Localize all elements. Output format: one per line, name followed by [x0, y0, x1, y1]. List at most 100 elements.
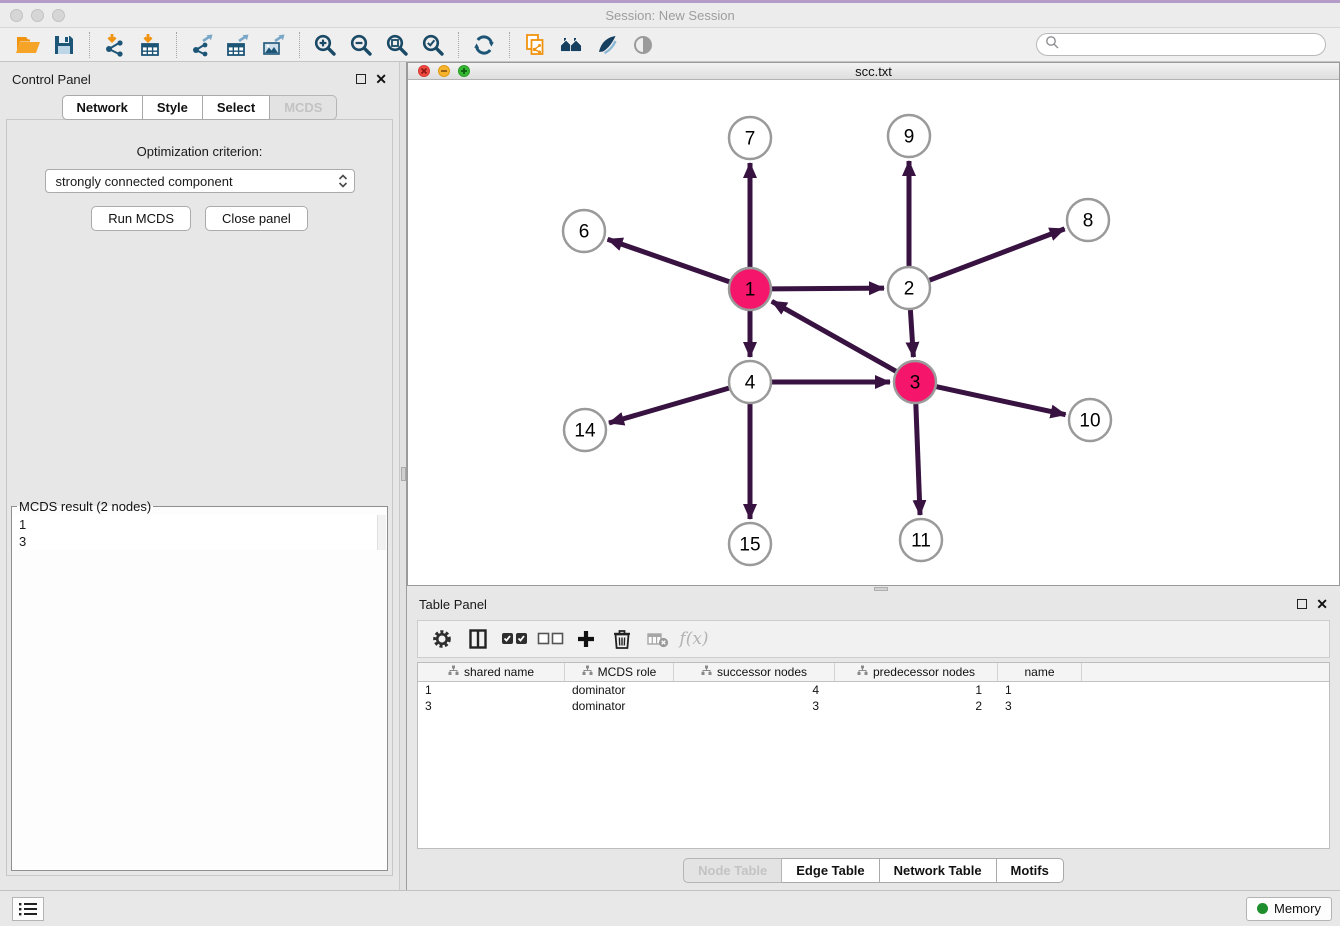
table-cell: 1	[835, 683, 998, 697]
table-toolbar: f(x)	[417, 620, 1330, 658]
horizontal-splitter[interactable]	[407, 586, 1340, 592]
mcds-result-lines: 13	[13, 515, 386, 550]
splitter-grip[interactable]	[874, 587, 888, 591]
close-panel-icon[interactable]: ✕	[375, 74, 387, 84]
export-image-icon[interactable]	[259, 31, 289, 59]
vertical-splitter[interactable]	[399, 62, 407, 890]
zoom-fit-icon[interactable]	[382, 31, 412, 59]
tab-mcds[interactable]: MCDS	[270, 95, 337, 120]
export-table-icon[interactable]	[223, 31, 253, 59]
network-view-window: scc.txt 7 9 6 8 1 2 4 3 14 10 15 11	[407, 62, 1340, 586]
column-label: predecessor nodes	[873, 665, 975, 679]
column-header-predecessor-nodes[interactable]: predecessor nodes	[835, 663, 998, 681]
application-window: Session: New Session Control Panel ✕ Net…	[0, 0, 1340, 926]
import-network-icon[interactable]	[100, 31, 130, 59]
node-11[interactable]: 11	[900, 519, 942, 561]
edge-2-8[interactable]	[930, 229, 1065, 280]
control-panel-title: Control Panel	[12, 72, 91, 87]
first-neighbors-icon[interactable]	[556, 31, 586, 59]
tab-style[interactable]: Style	[143, 95, 203, 120]
zoom-selected-icon[interactable]	[418, 31, 448, 59]
node-8[interactable]: 8	[1067, 199, 1109, 241]
float-panel-icon[interactable]	[356, 74, 366, 84]
node-14[interactable]: 14	[564, 409, 606, 451]
close-panel-icon[interactable]: ✕	[1316, 599, 1328, 609]
node-2[interactable]: 2	[888, 267, 930, 309]
memory-button[interactable]: Memory	[1246, 897, 1332, 921]
node-6[interactable]: 6	[563, 210, 605, 252]
add-row-icon[interactable]	[570, 624, 602, 654]
delete-row-icon[interactable]	[606, 624, 638, 654]
show-hide-icon[interactable]	[628, 31, 658, 59]
select-all-icon[interactable]	[498, 624, 530, 654]
float-panel-icon[interactable]	[1297, 599, 1307, 609]
import-table-icon[interactable]	[136, 31, 166, 59]
table-cell: dominator	[565, 683, 674, 697]
column-header-shared-name[interactable]: shared name	[418, 663, 565, 681]
node-3[interactable]: 3	[894, 361, 936, 403]
node-1[interactable]: 1	[729, 268, 771, 310]
table-row[interactable]: 3dominator323	[418, 698, 1329, 714]
tab-node-table[interactable]: Node Table	[683, 858, 782, 883]
node-label: 7	[745, 129, 756, 150]
save-session-icon[interactable]	[49, 31, 79, 59]
edge-4-14[interactable]	[609, 388, 729, 423]
tab-motifs[interactable]: Motifs	[997, 858, 1064, 883]
node-7[interactable]: 7	[729, 117, 771, 159]
gear-icon[interactable]	[426, 624, 458, 654]
mcds-result-textarea[interactable]: 13	[13, 515, 386, 550]
network-view-title: scc.txt	[408, 64, 1339, 79]
toolbar-separator	[299, 32, 300, 58]
node-15[interactable]: 15	[729, 523, 771, 565]
deselect-all-icon[interactable]	[534, 624, 566, 654]
refresh-layout-icon[interactable]	[469, 31, 499, 59]
tab-network-table[interactable]: Network Table	[880, 858, 997, 883]
node-9[interactable]: 9	[888, 115, 930, 157]
node-label: 2	[904, 279, 915, 300]
column-header-name[interactable]: name	[998, 663, 1082, 681]
table-cell: 1	[998, 683, 1082, 697]
edge-3-1[interactable]	[772, 301, 896, 371]
edge-2-3[interactable]	[910, 310, 913, 357]
search-input[interactable]	[1064, 38, 1317, 52]
memory-status-icon	[1257, 903, 1268, 914]
node-label: 3	[910, 373, 921, 394]
apply-style-icon[interactable]	[592, 31, 622, 59]
dropdown-value: strongly connected component	[56, 174, 233, 189]
main-area: Control Panel ✕ NetworkStyleSelectMCDS O…	[0, 62, 1340, 890]
edge-3-11[interactable]	[916, 404, 920, 515]
tab-network[interactable]: Network	[62, 95, 143, 120]
edge-1-6[interactable]	[608, 239, 730, 281]
columns-icon[interactable]	[462, 624, 494, 654]
dropdown-stepper-icon	[338, 174, 348, 188]
splitter-grip[interactable]	[401, 467, 406, 481]
table-cell: dominator	[565, 699, 674, 713]
result-scrollbar[interactable]	[377, 515, 386, 550]
column-label: successor nodes	[717, 665, 807, 679]
column-header-successor-nodes[interactable]: successor nodes	[674, 663, 835, 681]
network-canvas[interactable]: 7 9 6 8 1 2 4 3 14 10 15 11	[408, 80, 1339, 585]
column-type-icon	[582, 665, 593, 679]
duplicate-network-icon[interactable]	[520, 31, 550, 59]
panel-menu-button[interactable]	[12, 897, 44, 921]
edge-1-2[interactable]	[772, 288, 884, 289]
column-header-mcds-role[interactable]: MCDS role	[565, 663, 674, 681]
column-type-icon	[701, 665, 712, 679]
edge-3-10[interactable]	[936, 387, 1065, 415]
tab-edge-table[interactable]: Edge Table	[782, 858, 879, 883]
search-box[interactable]	[1036, 33, 1326, 56]
column-label: name	[1024, 665, 1054, 679]
table-row[interactable]: 1dominator411	[418, 682, 1329, 698]
export-network-icon[interactable]	[187, 31, 217, 59]
optimization-dropdown[interactable]: strongly connected component	[45, 169, 355, 193]
node-10[interactable]: 10	[1069, 399, 1111, 441]
tab-select[interactable]: Select	[203, 95, 270, 120]
node-4[interactable]: 4	[729, 361, 771, 403]
zoom-in-icon[interactable]	[310, 31, 340, 59]
run-mcds-button[interactable]: Run MCDS	[91, 206, 191, 231]
open-session-icon[interactable]	[13, 31, 43, 59]
close-panel-button[interactable]: Close panel	[205, 206, 308, 231]
toolbar-separator	[458, 32, 459, 58]
node-label: 14	[574, 421, 596, 442]
zoom-out-icon[interactable]	[346, 31, 376, 59]
